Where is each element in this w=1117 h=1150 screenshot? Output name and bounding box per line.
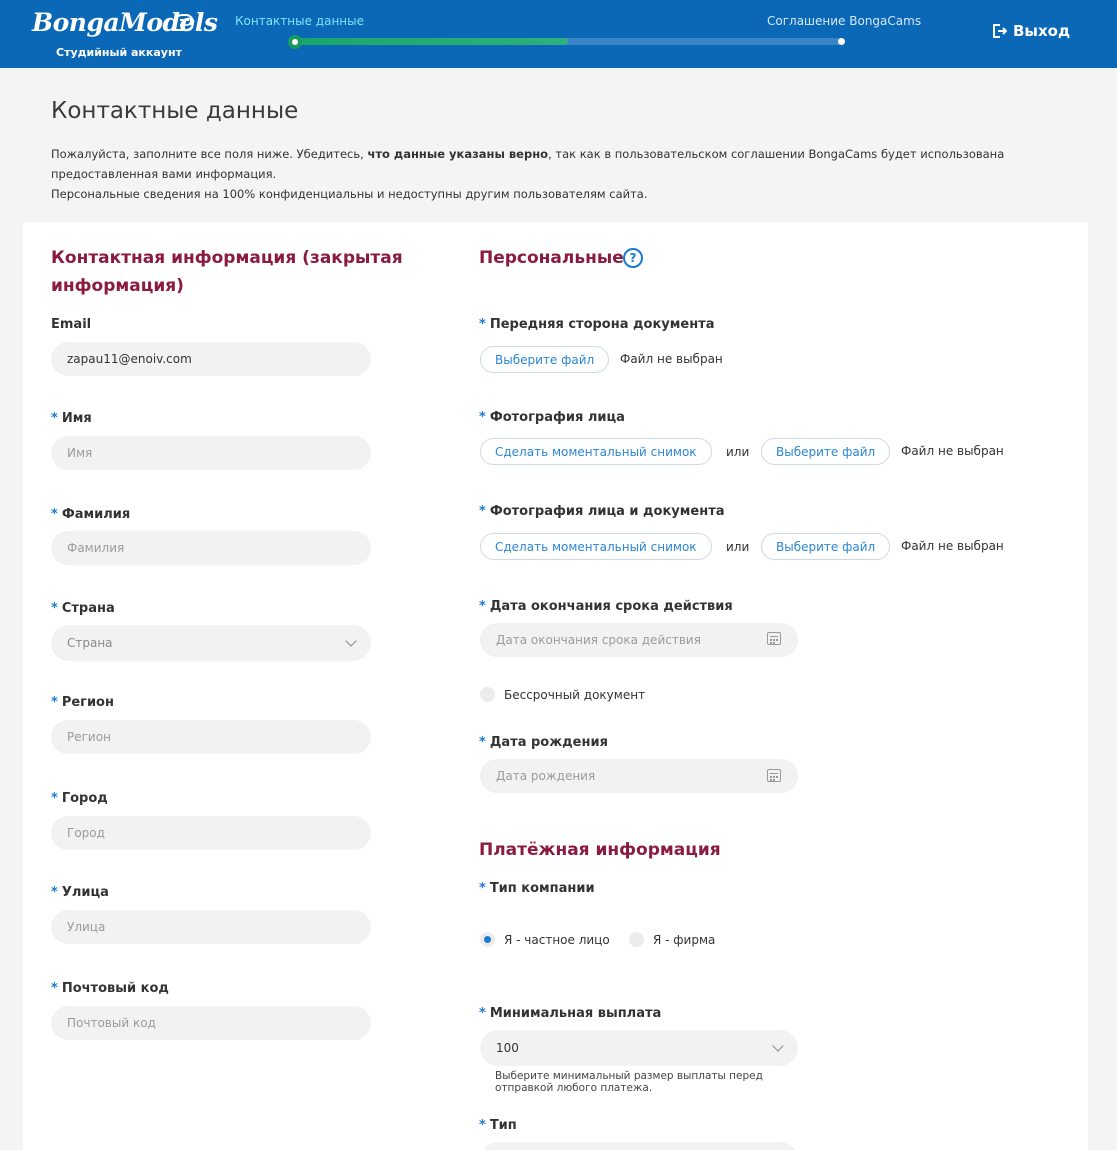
logout-icon (993, 24, 1007, 38)
first-name-field[interactable] (51, 436, 371, 470)
help-icon[interactable]: ? (623, 248, 643, 268)
face-photo-label: * Фотография лица (479, 410, 625, 425)
form-card: Контактная информация (закрытая информац… (23, 222, 1088, 1150)
or-text: или (726, 540, 750, 554)
calendar-icon[interactable] (767, 769, 781, 782)
country-select-value: Страна (67, 636, 113, 650)
last-name-label: * Фамилия (51, 507, 131, 522)
email-label: Email (51, 317, 92, 332)
private-person-radio[interactable] (480, 932, 495, 947)
progress-fill (293, 38, 568, 45)
firm-label: Я - фирма (653, 933, 716, 947)
min-payout-value: 100 (496, 1041, 519, 1055)
calendar-icon[interactable] (767, 632, 781, 645)
logo-subtitle: Студийный аккаунт (56, 46, 182, 59)
firm-radio[interactable] (629, 932, 644, 947)
min-payout-hint: Выберите минимальный размер выплаты пере… (495, 1070, 763, 1094)
country-select[interactable]: Страна (51, 625, 371, 661)
intro-text: Пожалуйста, заполните все поля ниже. Убе… (51, 144, 1061, 204)
birth-label: * Дата рождения (479, 735, 608, 750)
face-doc-snapshot-button[interactable]: Сделать моментальный снимок (480, 533, 712, 560)
contact-section-title: Контактная информация (закрытая информац… (51, 248, 403, 296)
payment-section-title: Платёжная информация (479, 840, 721, 860)
birth-date-field[interactable] (480, 759, 798, 793)
intro-text-bold: что данные указаны верно (367, 147, 549, 161)
zip-field[interactable] (51, 1006, 371, 1040)
perpetual-doc-label: Бессрочный документ (504, 688, 646, 702)
doc-front-file-status: Файл не выбран (620, 352, 723, 366)
expiry-date-field[interactable] (480, 623, 798, 657)
top-header: BongaModels Студийный аккаунт Контактные… (0, 0, 1117, 68)
min-payout-select[interactable]: 100 (480, 1030, 798, 1066)
or-text: или (726, 445, 750, 459)
personal-section-title: Персональные (479, 248, 624, 268)
first-name-label: * Имя (51, 411, 92, 426)
chevron-down-icon (345, 635, 357, 647)
company-type-label: * Тип компании (479, 881, 595, 896)
face-doc-label: * Фотография лица и документа (479, 504, 725, 519)
region-field[interactable] (51, 720, 371, 754)
private-person-label: Я - частное лицо (504, 933, 610, 947)
last-name-field[interactable] (51, 531, 371, 565)
chat-bubble-icon (174, 14, 194, 31)
doc-front-choose-file-button[interactable]: Выберите файл (480, 346, 610, 373)
region-label: * Регион (51, 695, 114, 710)
progress-track (293, 38, 843, 45)
country-label: * Страна (51, 601, 115, 616)
city-label: * Город (51, 791, 108, 806)
face-doc-file-status: Файл не выбран (901, 539, 1004, 553)
step-contact-data: Контактные данные (235, 14, 365, 28)
street-field[interactable] (51, 910, 371, 944)
intro-line-2: Персональные сведения на 100% конфиденци… (51, 187, 648, 201)
zip-label: * Почтовый код (51, 981, 169, 996)
type-label: * Тип (479, 1118, 517, 1133)
logout-button[interactable]: Выход (991, 22, 1070, 40)
type-select[interactable] (480, 1142, 798, 1150)
face-photo-choose-file-button[interactable]: Выберите файл (761, 438, 891, 465)
doc-front-label: * Передняя сторона документа (479, 317, 715, 332)
intro-line-1: Пожалуйста, заполните все поля ниже. Убе… (51, 144, 1061, 184)
logout-label: Выход (1013, 22, 1071, 40)
email-field[interactable] (51, 342, 371, 376)
intro-text-a: Пожалуйста, заполните все поля ниже. Убе… (51, 147, 368, 161)
face-photo-snapshot-button[interactable]: Сделать моментальный снимок (480, 438, 712, 465)
perpetual-doc-checkbox[interactable] (480, 687, 495, 702)
page-title: Контактные данные (51, 98, 299, 124)
chevron-down-icon (772, 1040, 784, 1052)
min-payout-label: * Минимальная выплата (479, 1006, 662, 1021)
expiry-label: * Дата окончания срока действия (479, 599, 733, 614)
city-field[interactable] (51, 816, 371, 850)
face-doc-choose-file-button[interactable]: Выберите файл (761, 533, 891, 560)
step-dot-current (288, 35, 302, 49)
step-dot-final (838, 38, 845, 45)
street-label: * Улица (51, 885, 109, 900)
face-photo-file-status: Файл не выбран (901, 444, 1004, 458)
step-agreement: Соглашение BongaCams (767, 14, 922, 28)
logo[interactable]: BongaModels Студийный аккаунт (32, 8, 218, 59)
